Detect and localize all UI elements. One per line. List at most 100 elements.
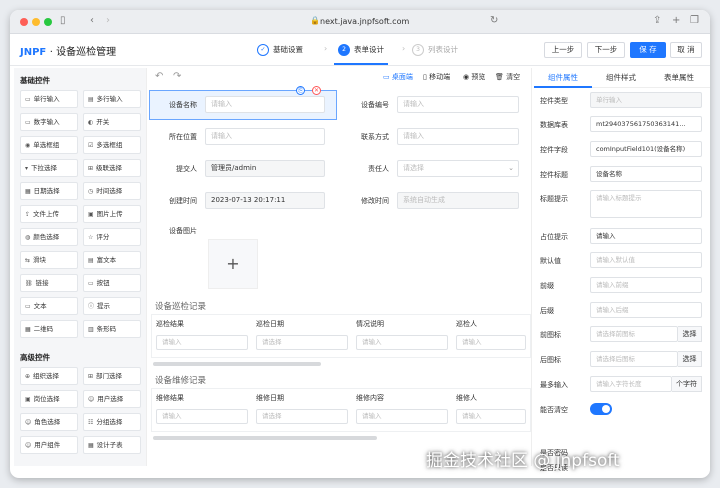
back-icon[interactable]: ‹ (90, 15, 94, 27)
tab-component-style[interactable]: 组件样式 (606, 72, 636, 83)
basic-control-item[interactable]: ◉ 单选框组 (20, 136, 78, 154)
browser-chrome: ▯ ‹ › 🔒 next.java.jnpfsoft.com ↻ ⇪ + ❐ (10, 10, 710, 34)
sidebar-toggle-icon[interactable]: ▯ (60, 15, 66, 27)
maximize-window-icon[interactable] (44, 18, 52, 26)
advanced-control-item[interactable]: ▣ 岗位选择 (20, 390, 78, 408)
prop-input[interactable]: 设备名称 (590, 166, 702, 182)
inspect-cell-input[interactable]: 请选择 (256, 335, 348, 350)
clearable-toggle[interactable] (590, 403, 612, 415)
preview-button[interactable]: ◉ 预览 (463, 72, 485, 82)
advanced-control-item[interactable]: ⊕ 组织选择 (20, 367, 78, 385)
control-icon: ⇪ (25, 211, 31, 218)
basic-control-item[interactable]: ▤ 富文本 (83, 251, 141, 269)
advanced-control-item[interactable]: ☺ 角色选择 (20, 413, 78, 431)
advanced-control-item[interactable]: ⊞ 部门选择 (83, 367, 141, 385)
tab-form-props[interactable]: 表单属性 (664, 72, 694, 83)
prop-input[interactable]: 请输入字符长度 (590, 376, 672, 392)
basic-control-item[interactable]: ▥ 条形码 (83, 320, 141, 338)
advanced-control-item[interactable]: ▦ 设计子表 (83, 436, 141, 454)
inspect-cell-input[interactable]: 请输入 (156, 335, 248, 350)
address-bar[interactable]: next.java.jnpfsoft.com (320, 17, 409, 26)
image-upload-button[interactable]: + (208, 239, 258, 289)
basic-control-item[interactable]: ⇆ 滑块 (20, 251, 78, 269)
prop-input[interactable]: 请输入标题提示 (590, 190, 702, 218)
desktop-view-button[interactable]: ▭ 桌面端 (383, 72, 413, 82)
advanced-control-item[interactable]: ☷ 分组选择 (83, 413, 141, 431)
share-icon[interactable]: ⇪ (653, 15, 661, 27)
close-window-icon[interactable] (20, 18, 28, 26)
basic-control-item[interactable]: ▾ 下拉选择 (20, 159, 78, 177)
repair-cell-input[interactable]: 请输入 (456, 409, 526, 424)
basic-control-item[interactable]: ▭ 单行输入 (20, 90, 78, 108)
basic-control-item[interactable]: ▣ 图片上传 (83, 205, 141, 223)
basic-control-item[interactable]: ☆ 评分 (83, 228, 141, 246)
contact-input[interactable]: 请输入 (397, 128, 519, 145)
prop-select-button[interactable]: 个字符 (672, 376, 702, 392)
basic-control-item[interactable]: ▤ 多行输入 (83, 90, 141, 108)
prop-input[interactable]: mt294037561750363141... (590, 116, 702, 132)
clear-button[interactable]: 🗑 清空 (495, 72, 520, 82)
tabs-overview-icon[interactable]: ❐ (690, 15, 699, 27)
device-code-input[interactable]: 请输入 (397, 96, 519, 113)
control-icon: ▭ (25, 303, 31, 310)
prop-input[interactable]: 请输入前缀 (590, 277, 702, 293)
forward-icon[interactable]: › (106, 15, 110, 27)
step-basic-settings[interactable]: ✓ 基础设置 (257, 41, 303, 65)
control-label: 按钮 (96, 279, 110, 287)
inspect-scrollbar[interactable] (153, 362, 321, 366)
next-step-button[interactable]: 下一步 (587, 42, 625, 58)
basic-control-item[interactable]: ◍ 颜色选择 (20, 228, 78, 246)
basic-control-item[interactable]: ☑ 多选框组 (83, 136, 141, 154)
control-icon: ☷ (88, 419, 94, 426)
inspect-cell-input[interactable]: 请输入 (456, 335, 526, 350)
prop-select-button[interactable]: 选择 (678, 351, 702, 367)
repair-cell-input[interactable]: 请输入 (356, 409, 448, 424)
basic-control-item[interactable]: ⛓ 链接 (20, 274, 78, 292)
basic-control-item[interactable]: ▭ 数字输入 (20, 113, 78, 131)
owner-select[interactable]: 请选择 ⌄ (397, 160, 519, 177)
device-name-input[interactable]: 请输入 (205, 96, 325, 113)
prop-input[interactable]: 请选择前图标 (590, 326, 678, 342)
basic-control-item[interactable]: ◷ 时间选择 (83, 182, 141, 200)
basic-control-item[interactable]: ▦ 二维码 (20, 320, 78, 338)
cancel-button[interactable]: 取 消 (670, 42, 702, 58)
control-icon: ▦ (25, 188, 31, 195)
tab-component-props[interactable]: 组件属性 (548, 72, 578, 83)
basic-control-item[interactable]: ⊞ 级联选择 (83, 159, 141, 177)
prop-label: 前图标 (540, 331, 561, 339)
inspect-cell-input[interactable]: 请输入 (356, 335, 448, 350)
repair-cell-input[interactable]: 请选择 (256, 409, 348, 424)
prop-input[interactable]: 请选择后图标 (590, 351, 678, 367)
prop-input[interactable]: comInputField101(设备名称) (590, 141, 702, 157)
submitter-input: 管理员/admin (205, 160, 325, 177)
prop-select-button[interactable]: 选择 (678, 326, 702, 342)
advanced-control-item[interactable]: ☺ 用户组件 (20, 436, 78, 454)
advanced-control-item[interactable]: ☺ 用户选择 (83, 390, 141, 408)
field-modified-time: 修改时间 系统自动生成 (339, 188, 529, 214)
repair-cell-input[interactable]: 请输入 (156, 409, 248, 424)
field-device-code: 设备编号 请输入 (339, 92, 529, 118)
basic-control-item[interactable]: ◐ 开关 (83, 113, 141, 131)
basic-controls-grid: ▭ 单行输入 ▤ 多行输入 ▭ 数字输入 ◐ 开关 ◉ 单选框组 ☑ 多选框组 ▾ 下拉选择 ⊞ 级联选择 ▦ 日… (20, 90, 147, 338)
repair-scrollbar[interactable] (153, 436, 377, 440)
basic-control-item[interactable]: ▭ 按钮 (83, 274, 141, 292)
save-button[interactable]: 保 存 (630, 42, 666, 58)
basic-control-item[interactable]: ▭ 文本 (20, 297, 78, 315)
prop-input[interactable]: 请输入 (590, 228, 702, 244)
location-input[interactable]: 请输入 (205, 128, 325, 145)
undo-icon[interactable]: ↶ (155, 71, 163, 82)
step-list-design[interactable]: 3 列表设计 (412, 41, 458, 65)
basic-control-item[interactable]: ▦ 日期选择 (20, 182, 78, 200)
basic-control-item[interactable]: ⇪ 文件上传 (20, 205, 78, 223)
prop-input[interactable]: 请输入默认值 (590, 252, 702, 268)
prop-input[interactable]: 请输入后缀 (590, 302, 702, 318)
basic-control-item[interactable]: ⓘ 提示 (83, 297, 141, 315)
new-tab-icon[interactable]: + (672, 15, 680, 27)
step-form-design[interactable]: 2 表单设计 (334, 41, 388, 65)
prev-step-button[interactable]: 上一步 (544, 42, 582, 58)
reload-icon[interactable]: ↻ (490, 15, 498, 27)
chevron-right-icon: › (402, 44, 406, 53)
minimize-window-icon[interactable] (32, 18, 40, 26)
redo-icon[interactable]: ↷ (173, 71, 181, 82)
mobile-view-button[interactable]: ▯ 移动端 (423, 72, 450, 82)
